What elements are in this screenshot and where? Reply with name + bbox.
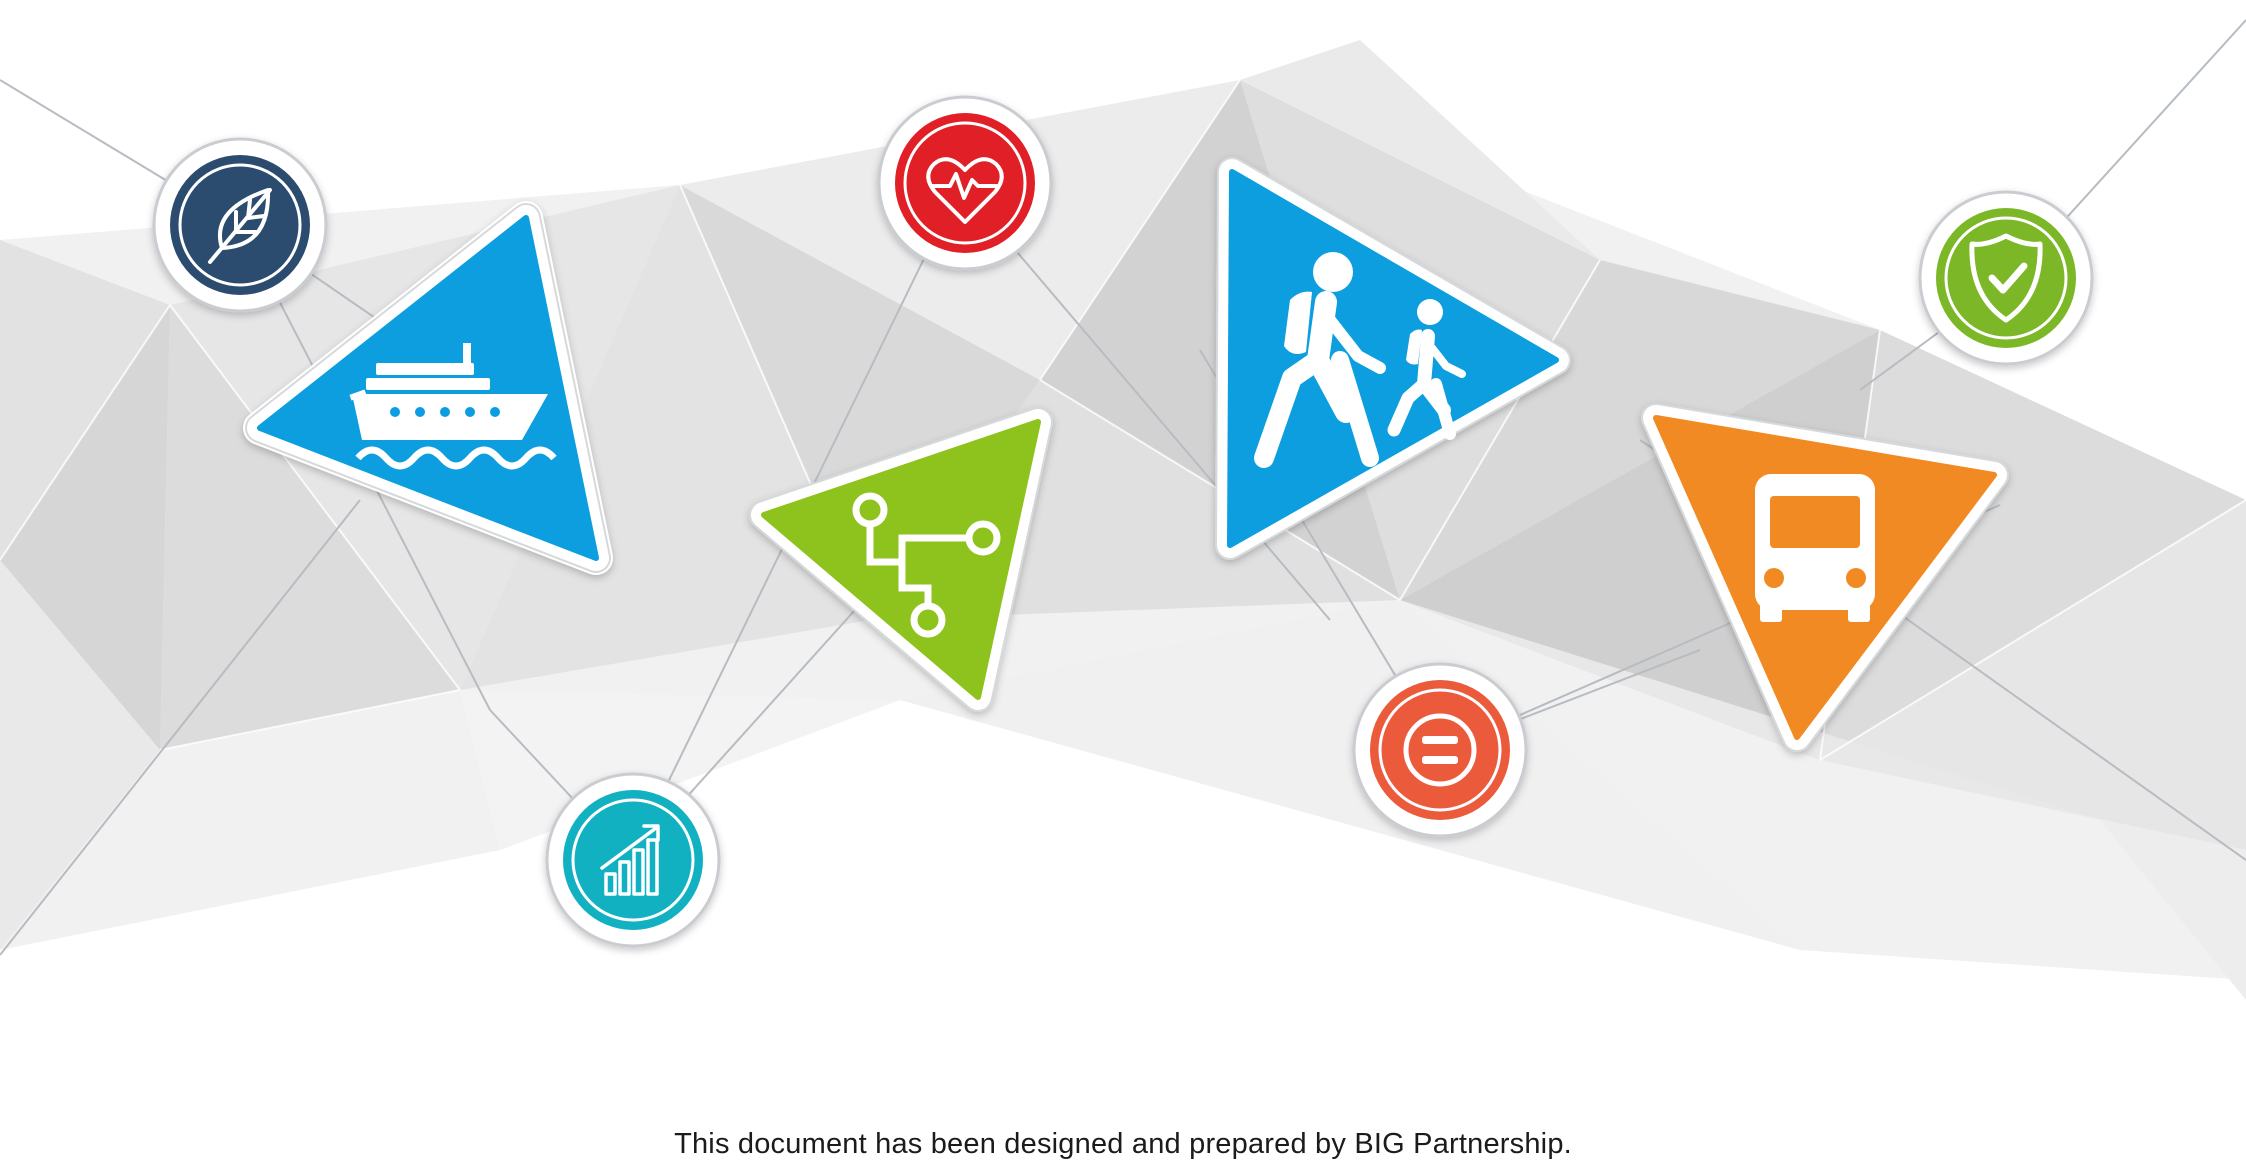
network-illustration	[0, 19, 2246, 1000]
equals-badge	[1352, 662, 1528, 838]
leaf-badge	[152, 137, 328, 313]
bus-icon	[1755, 474, 1875, 622]
growth-chart-badge	[545, 772, 721, 948]
shield-check-badge	[1918, 190, 2094, 366]
footer-credit: This document has been designed and prep…	[674, 1128, 1572, 1160]
heartbeat-badge	[877, 95, 1053, 271]
